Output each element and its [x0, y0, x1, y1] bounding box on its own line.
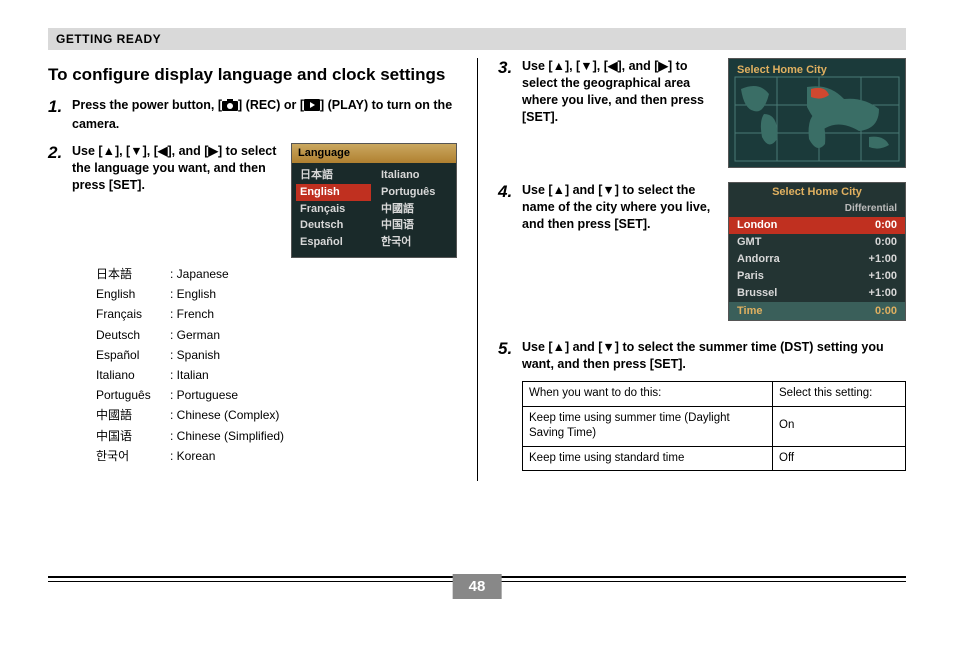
left-column: To configure display language and clock …: [48, 58, 477, 481]
lang-option: Italiano: [377, 167, 452, 184]
city-select-screenshot: Select Home City Differential London 0:00…: [728, 182, 906, 321]
screenshot-title: Select Home City: [737, 63, 827, 78]
page-number: 48: [453, 574, 502, 599]
city-name: GMT: [737, 235, 761, 250]
language-english: : Spanish: [170, 347, 220, 363]
city-row: GMT 0:00: [729, 234, 905, 251]
step-number: 5.: [498, 339, 522, 471]
language-native: Français: [96, 306, 170, 322]
camera-icon: [222, 99, 238, 116]
step-number: 1.: [48, 97, 72, 133]
screenshot-subtitle: Differential: [729, 202, 905, 218]
language-native: Español: [96, 347, 170, 363]
play-icon: [304, 99, 320, 116]
city-diff: 0:00: [875, 235, 897, 250]
city-name: Paris: [737, 269, 764, 284]
city-name: Brussel: [737, 286, 777, 301]
lang-option: Deutsch: [296, 217, 371, 234]
city-row: Brussel +1:00: [729, 285, 905, 302]
language-native: 中國語: [96, 407, 170, 423]
list-item: 한국어: Korean: [96, 446, 457, 466]
lang-option: 中國語: [377, 201, 452, 218]
language-english: : Portuguese: [170, 387, 238, 403]
table-cell: Keep time using standard time: [523, 446, 773, 471]
language-native: 中国语: [96, 428, 170, 444]
language-native: Deutsch: [96, 327, 170, 343]
city-row: Andorra +1:00: [729, 251, 905, 268]
screenshot-title: Select Home City: [729, 183, 905, 202]
language-english: : Chinese (Simplified): [170, 428, 284, 444]
step-text: Use [▲] and [▼] to select the summer tim…: [522, 339, 906, 373]
language-english: : French: [170, 306, 214, 322]
step-text: Use [▲] and [▼] to select the name of th…: [522, 182, 720, 233]
list-item: Español: Spanish: [96, 345, 457, 365]
table-cell: Keep time using summer time (Daylight Sa…: [523, 406, 773, 446]
section-header: GETTING READY: [48, 28, 906, 50]
list-item: 日本語: Japanese: [96, 264, 457, 284]
step-text: Press the power button, [] (REC) or [] (…: [72, 97, 457, 133]
language-english: : Chinese (Complex): [170, 407, 279, 423]
page-footer: 48: [48, 576, 906, 606]
dst-table: When you want to do this: Select this se…: [522, 381, 906, 471]
step-number: 2.: [48, 143, 72, 466]
table-cell: Off: [773, 446, 906, 471]
lang-option: 中国语: [377, 217, 452, 234]
list-item: Français: French: [96, 304, 457, 324]
step-text: Use [▲], [▼], [◀], and [▶] to select the…: [522, 58, 720, 126]
list-item: Português: Portuguese: [96, 385, 457, 405]
list-item: Italiano: Italian: [96, 365, 457, 385]
language-translation-list: 日本語: JapaneseEnglish: EnglishFrançais: F…: [96, 264, 457, 466]
language-native: Italiano: [96, 367, 170, 383]
language-english: : English: [170, 286, 216, 302]
step-2: 2. Use [▲], [▼], [◀], and [▶] to select …: [48, 143, 457, 466]
table-cell: On: [773, 406, 906, 446]
list-item: 中国语: Chinese (Simplified): [96, 426, 457, 446]
step-text: Use [▲], [▼], [◀], and [▶] to select the…: [72, 143, 283, 194]
language-native: 日本語: [96, 266, 170, 282]
page-title: To configure display language and clock …: [48, 64, 457, 85]
city-diff: +1:00: [869, 286, 897, 301]
step-number: 3.: [498, 58, 522, 168]
table-header: Select this setting:: [773, 382, 906, 407]
lang-option: Português: [377, 184, 452, 201]
list-item: Deutsch: German: [96, 325, 457, 345]
city-diff: 0:00: [875, 218, 897, 233]
language-english: : Korean: [170, 448, 215, 464]
world-map-screenshot: Select Home City: [728, 58, 906, 168]
language-english: : Japanese: [170, 266, 229, 282]
lang-option: Español: [296, 234, 371, 251]
city-row: Paris +1:00: [729, 268, 905, 285]
time-value: 0:00: [875, 304, 897, 319]
step-number: 4.: [498, 182, 522, 321]
table-header: When you want to do this:: [523, 382, 773, 407]
language-english: : Italian: [170, 367, 209, 383]
city-diff: +1:00: [869, 252, 897, 267]
language-native: Português: [96, 387, 170, 403]
language-menu-screenshot: Language 日本語EnglishFrançaisDeutschEspaño…: [291, 143, 457, 258]
time-label: Time: [737, 304, 762, 319]
lang-option: English: [296, 184, 371, 201]
step-5: 5. Use [▲] and [▼] to select the summer …: [498, 339, 906, 471]
city-name: Andorra: [737, 252, 780, 267]
city-name: London: [737, 218, 777, 233]
right-column: 3. Use [▲], [▼], [◀], and [▶] to select …: [477, 58, 906, 481]
list-item: English: English: [96, 284, 457, 304]
lang-option: 日本語: [296, 167, 371, 184]
lang-option: 한국어: [377, 234, 452, 251]
language-native: English: [96, 286, 170, 302]
language-english: : German: [170, 327, 220, 343]
city-diff: +1:00: [869, 269, 897, 284]
list-item: 中國語: Chinese (Complex): [96, 405, 457, 425]
screenshot-title: Language: [292, 144, 456, 163]
step-1: 1. Press the power button, [] (REC) or […: [48, 97, 457, 133]
language-native: 한국어: [96, 448, 170, 464]
city-row: London 0:00: [729, 217, 905, 234]
step-4: 4. Use [▲] and [▼] to select the name of…: [498, 182, 906, 321]
step-3: 3. Use [▲], [▼], [◀], and [▶] to select …: [498, 58, 906, 168]
lang-option: Français: [296, 201, 371, 218]
